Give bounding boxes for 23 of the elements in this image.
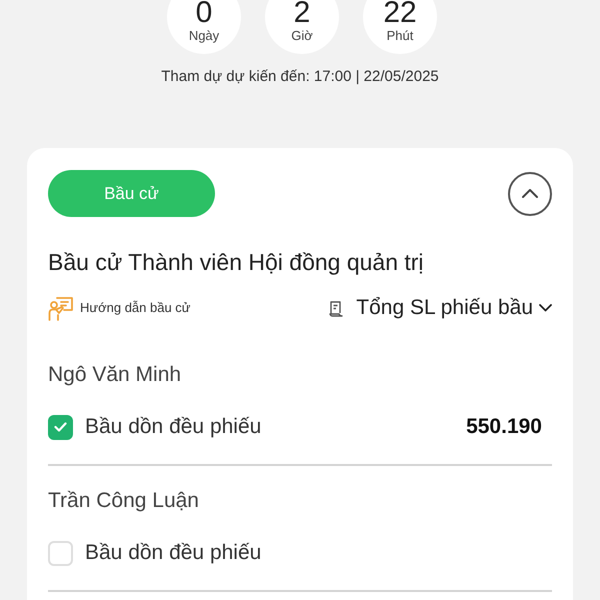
chevron-up-icon [522, 189, 538, 198]
candidate-name: Ngô Văn Minh [48, 362, 182, 388]
vote-option-label: Bầu dồn đều phiếu [85, 540, 262, 566]
election-title: Bầu cử Thành viên Hội đồng quản trị [48, 248, 425, 276]
deadline-text: Tham dự dự kiến đến: 17:00 | 22/05/2025 [161, 68, 439, 86]
countdown-value: 22 [383, 0, 417, 28]
vote-option-label: Bầu dồn đều phiếu [85, 414, 262, 440]
countdown-value: 2 [294, 0, 310, 28]
countdown-unit: Phút [386, 28, 414, 44]
candidate-name: Trần Công Luận [48, 488, 200, 514]
chevron-down-icon [539, 304, 552, 312]
document-icon [329, 300, 344, 316]
presenter-board-icon [48, 296, 74, 320]
countdown-unit: Giờ [291, 28, 313, 44]
countdown-value: 0 [196, 0, 212, 28]
checkbox[interactable] [48, 414, 73, 440]
total-votes-dropdown[interactable]: Tổng SL phiếu bầu [329, 292, 552, 324]
vote-count: 550.190 [466, 414, 542, 440]
countdown-unit: Ngày [188, 28, 220, 44]
guide-link[interactable]: Hướng dẫn bầu cử [48, 296, 190, 320]
checkbox[interactable] [48, 540, 73, 566]
checkmark-icon [54, 422, 67, 432]
collapse-button[interactable] [508, 172, 552, 216]
